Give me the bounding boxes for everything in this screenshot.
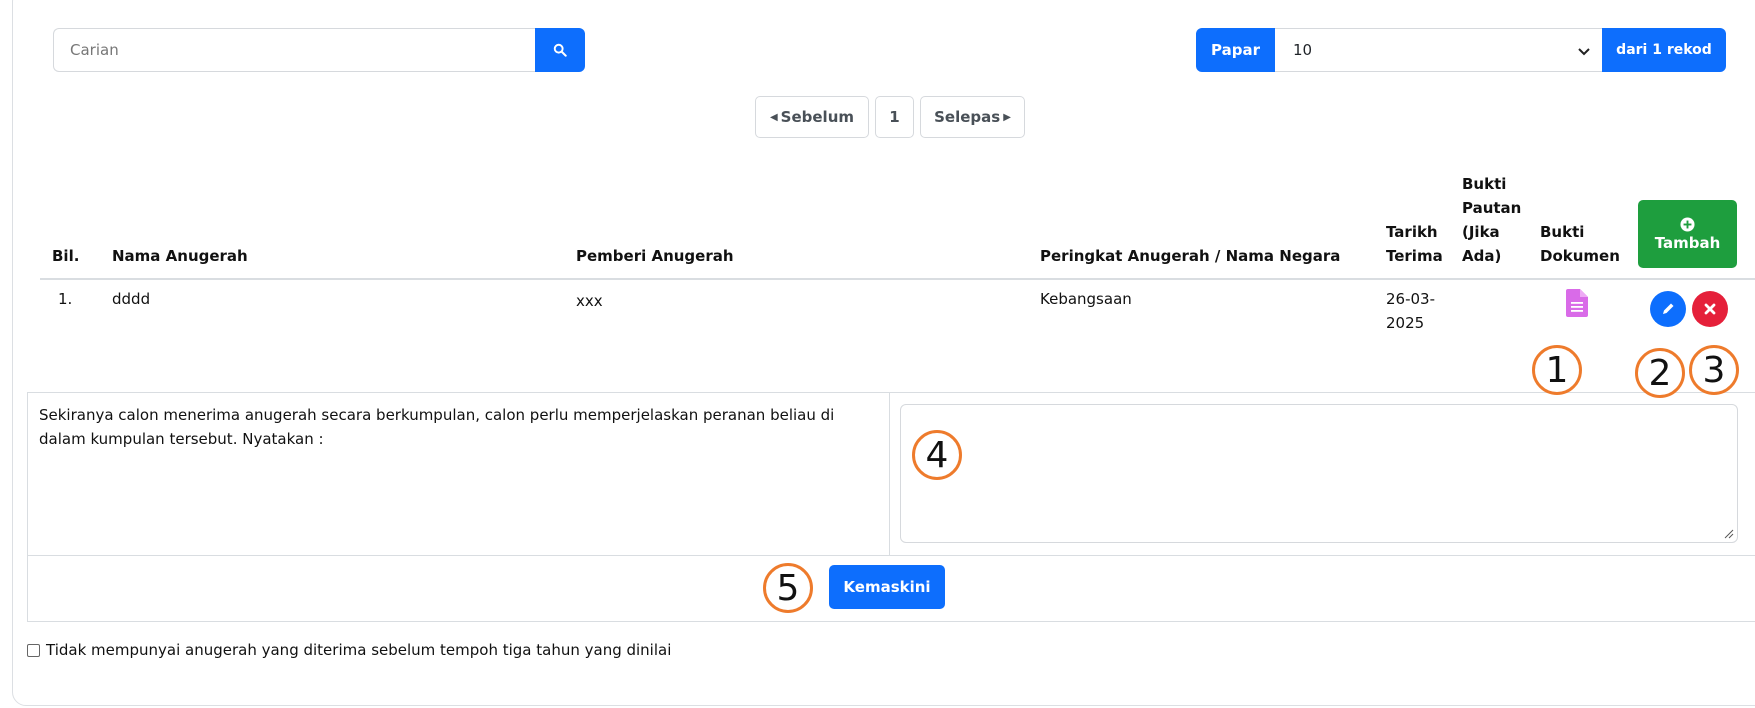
- section-divider-vertical: [889, 392, 890, 555]
- header-proof-link-line3: (Jika: [1462, 223, 1500, 241]
- callout-1: 1: [1532, 345, 1582, 395]
- header-no: Bil.: [52, 247, 80, 265]
- header-proof-link-line4: Ada): [1462, 247, 1502, 265]
- callout-5: 5: [763, 563, 813, 613]
- page-1-button[interactable]: 1: [875, 96, 914, 138]
- prev-page-label: Sebelum: [780, 108, 855, 126]
- search-input[interactable]: [53, 28, 536, 72]
- cell-date-line2: 2025: [1386, 314, 1425, 332]
- caret-right-icon: ▶: [1003, 111, 1011, 123]
- no-award-checkbox[interactable]: [27, 643, 40, 657]
- table-header-divider: [40, 278, 1755, 280]
- add-button-label: Tambah: [1654, 233, 1721, 252]
- delete-button[interactable]: [1692, 291, 1728, 327]
- header-proof-link-line2: Pautan: [1462, 199, 1522, 217]
- header-level: Peringkat Anugerah / Nama Negara: [1040, 247, 1341, 265]
- header-name: Nama Anugerah: [112, 247, 248, 265]
- cell-giver: xxx: [576, 292, 603, 310]
- header-proof-link: Bukti Pautan (Jika Ada): [1462, 172, 1521, 268]
- document-icon[interactable]: [1566, 289, 1588, 317]
- callout-3: 3: [1689, 345, 1739, 395]
- header-proof-link-line1: Bukti: [1462, 175, 1507, 193]
- edit-button[interactable]: [1650, 291, 1686, 327]
- search-icon: [553, 43, 567, 57]
- page-number: 1: [889, 108, 900, 126]
- section-divider-horizontal: [27, 555, 1755, 556]
- header-date-line2: Terima: [1386, 247, 1443, 265]
- group-note-text: Sekiranya calon menerima anugerah secara…: [39, 406, 835, 448]
- record-count: dari 1 rekod: [1602, 28, 1726, 72]
- add-button[interactable]: Tambah: [1638, 200, 1737, 268]
- prev-page-button[interactable]: ◀ Sebelum: [755, 96, 869, 138]
- no-award-checkbox-label: Tidak mempunyai anugerah yang diterima s…: [46, 641, 672, 659]
- close-icon: [1704, 303, 1716, 315]
- header-date-line1: Tarikh: [1386, 223, 1438, 241]
- header-proof-doc: Bukti Dokumen: [1540, 220, 1620, 268]
- update-button[interactable]: Kemaskini: [829, 565, 945, 609]
- callout-2: 2: [1635, 348, 1685, 398]
- cell-date: 26-03- 2025: [1386, 287, 1435, 335]
- resize-handle-icon[interactable]: [1722, 527, 1734, 539]
- search-button[interactable]: [535, 28, 585, 72]
- next-page-label: Selepas: [934, 108, 1001, 126]
- caret-left-icon: ◀: [769, 111, 778, 123]
- header-proof-doc-line1: Bukti: [1540, 223, 1585, 241]
- display-label: Papar: [1196, 28, 1275, 72]
- cell-date-line1: 26-03-: [1386, 290, 1435, 308]
- no-award-checkbox-row[interactable]: Tidak mempunyai anugerah yang diterima s…: [27, 641, 671, 659]
- cell-name: dddd: [112, 290, 151, 308]
- pencil-icon: [1663, 303, 1674, 314]
- header-date: Tarikh Terima: [1386, 220, 1443, 268]
- group-role-textarea[interactable]: [900, 404, 1738, 543]
- page-size-value: 10: [1293, 41, 1313, 59]
- header-proof-doc-line2: Dokumen: [1540, 247, 1620, 265]
- cell-level: Kebangsaan: [1040, 290, 1132, 308]
- chevron-down-icon: [1578, 48, 1590, 56]
- callout-4: 4: [912, 430, 962, 480]
- header-giver: Pemberi Anugerah: [576, 247, 734, 265]
- plus-circle-icon: [1680, 216, 1695, 232]
- next-page-button[interactable]: Selepas ▶: [920, 96, 1025, 138]
- cell-no: 1.: [58, 290, 73, 308]
- page-size-select[interactable]: 10: [1275, 28, 1602, 72]
